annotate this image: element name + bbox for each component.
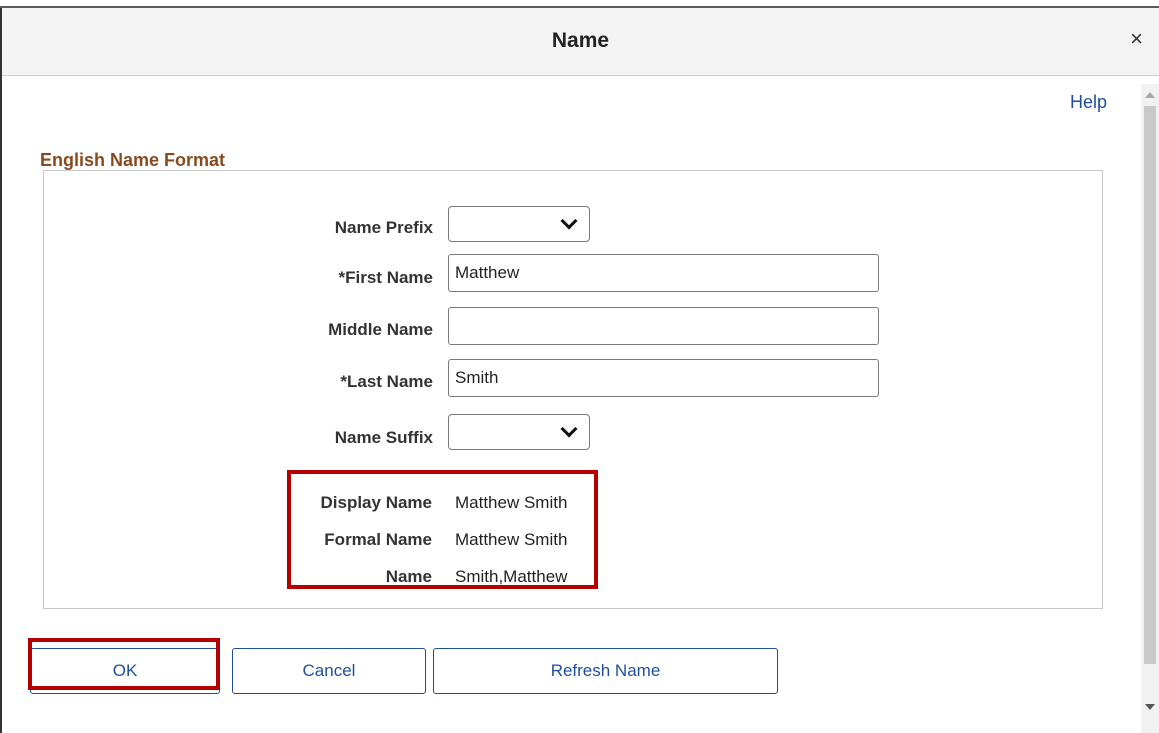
first-name-field[interactable]: Matthew bbox=[448, 254, 879, 292]
first-name-label: *First Name bbox=[338, 268, 433, 287]
middle-name-field[interactable] bbox=[448, 307, 879, 345]
chevron-down-icon bbox=[560, 420, 578, 438]
last-name-field[interactable]: Smith bbox=[448, 359, 879, 397]
close-icon[interactable]: × bbox=[1130, 26, 1143, 52]
window-top-border bbox=[0, 0, 1159, 8]
name-prefix-label: Name Prefix bbox=[334, 218, 433, 237]
dialog-header: Name × bbox=[2, 8, 1159, 76]
scroll-down-icon[interactable] bbox=[1145, 704, 1155, 710]
dialog-title: Name bbox=[551, 29, 610, 52]
ok-button-highlight bbox=[28, 638, 220, 690]
name-dialog: Name × Help English Name Format Name Pre… bbox=[2, 8, 1159, 733]
middle-name-label: Middle Name bbox=[328, 320, 433, 339]
help-link[interactable]: Help bbox=[1070, 92, 1107, 113]
display-names-highlight bbox=[287, 470, 598, 589]
name-suffix-label: Name Suffix bbox=[334, 428, 433, 447]
cancel-button[interactable]: Cancel bbox=[232, 648, 426, 694]
last-name-label: *Last Name bbox=[340, 372, 433, 391]
scroll-up-icon[interactable] bbox=[1145, 92, 1155, 98]
refresh-name-button[interactable]: Refresh Name bbox=[433, 648, 778, 694]
name-suffix-select[interactable] bbox=[448, 414, 590, 450]
name-prefix-select[interactable] bbox=[448, 206, 590, 242]
scrollbar-thumb[interactable] bbox=[1144, 106, 1156, 664]
section-title: English Name Format bbox=[40, 150, 226, 170]
chevron-down-icon bbox=[560, 212, 578, 230]
